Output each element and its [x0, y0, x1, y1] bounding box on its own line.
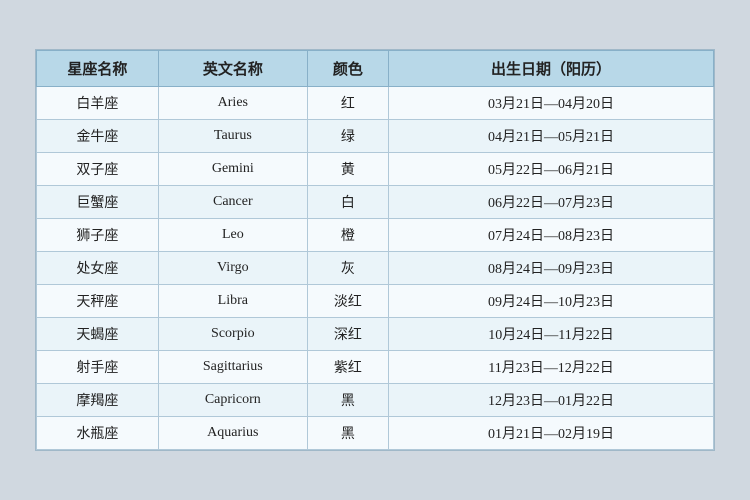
header-english: 英文名称 [158, 51, 307, 87]
table-row: 处女座Virgo灰08月24日—09月23日 [37, 252, 714, 285]
cell-color: 深红 [307, 318, 388, 351]
zodiac-table-container: 星座名称 英文名称 颜色 出生日期（阳历） 白羊座Aries红03月21日—04… [35, 49, 715, 451]
cell-date: 05月22日—06月21日 [389, 153, 714, 186]
table-header-row: 星座名称 英文名称 颜色 出生日期（阳历） [37, 51, 714, 87]
cell-english: Sagittarius [158, 351, 307, 384]
cell-color: 白 [307, 186, 388, 219]
table-row: 双子座Gemini黄05月22日—06月21日 [37, 153, 714, 186]
table-row: 天秤座Libra淡红09月24日—10月23日 [37, 285, 714, 318]
cell-color: 黄 [307, 153, 388, 186]
cell-english: Gemini [158, 153, 307, 186]
cell-date: 04月21日—05月21日 [389, 120, 714, 153]
cell-color: 紫红 [307, 351, 388, 384]
cell-date: 11月23日—12月22日 [389, 351, 714, 384]
table-row: 射手座Sagittarius紫红11月23日—12月22日 [37, 351, 714, 384]
cell-color: 橙 [307, 219, 388, 252]
cell-chinese: 射手座 [37, 351, 159, 384]
table-row: 巨蟹座Cancer白06月22日—07月23日 [37, 186, 714, 219]
cell-color: 淡红 [307, 285, 388, 318]
cell-date: 07月24日—08月23日 [389, 219, 714, 252]
cell-color: 黑 [307, 384, 388, 417]
zodiac-table: 星座名称 英文名称 颜色 出生日期（阳历） 白羊座Aries红03月21日—04… [36, 50, 714, 450]
cell-english: Virgo [158, 252, 307, 285]
cell-english: Capricorn [158, 384, 307, 417]
cell-color: 红 [307, 87, 388, 120]
cell-english: Libra [158, 285, 307, 318]
cell-english: Aries [158, 87, 307, 120]
cell-english: Cancer [158, 186, 307, 219]
table-row: 狮子座Leo橙07月24日—08月23日 [37, 219, 714, 252]
cell-color: 绿 [307, 120, 388, 153]
cell-english: Aquarius [158, 417, 307, 450]
header-chinese: 星座名称 [37, 51, 159, 87]
cell-date: 08月24日—09月23日 [389, 252, 714, 285]
cell-chinese: 巨蟹座 [37, 186, 159, 219]
table-row: 天蝎座Scorpio深红10月24日—11月22日 [37, 318, 714, 351]
header-date: 出生日期（阳历） [389, 51, 714, 87]
cell-english: Taurus [158, 120, 307, 153]
table-row: 水瓶座Aquarius黑01月21日—02月19日 [37, 417, 714, 450]
table-row: 金牛座Taurus绿04月21日—05月21日 [37, 120, 714, 153]
cell-chinese: 摩羯座 [37, 384, 159, 417]
cell-date: 03月21日—04月20日 [389, 87, 714, 120]
cell-chinese: 狮子座 [37, 219, 159, 252]
cell-chinese: 双子座 [37, 153, 159, 186]
cell-chinese: 水瓶座 [37, 417, 159, 450]
cell-date: 06月22日—07月23日 [389, 186, 714, 219]
cell-date: 12月23日—01月22日 [389, 384, 714, 417]
cell-color: 黑 [307, 417, 388, 450]
table-row: 白羊座Aries红03月21日—04月20日 [37, 87, 714, 120]
cell-chinese: 天秤座 [37, 285, 159, 318]
cell-date: 01月21日—02月19日 [389, 417, 714, 450]
table-row: 摩羯座Capricorn黑12月23日—01月22日 [37, 384, 714, 417]
cell-date: 09月24日—10月23日 [389, 285, 714, 318]
cell-date: 10月24日—11月22日 [389, 318, 714, 351]
cell-chinese: 处女座 [37, 252, 159, 285]
header-color: 颜色 [307, 51, 388, 87]
cell-chinese: 白羊座 [37, 87, 159, 120]
cell-color: 灰 [307, 252, 388, 285]
cell-english: Scorpio [158, 318, 307, 351]
cell-english: Leo [158, 219, 307, 252]
cell-chinese: 金牛座 [37, 120, 159, 153]
cell-chinese: 天蝎座 [37, 318, 159, 351]
table-body: 白羊座Aries红03月21日—04月20日金牛座Taurus绿04月21日—0… [37, 87, 714, 450]
